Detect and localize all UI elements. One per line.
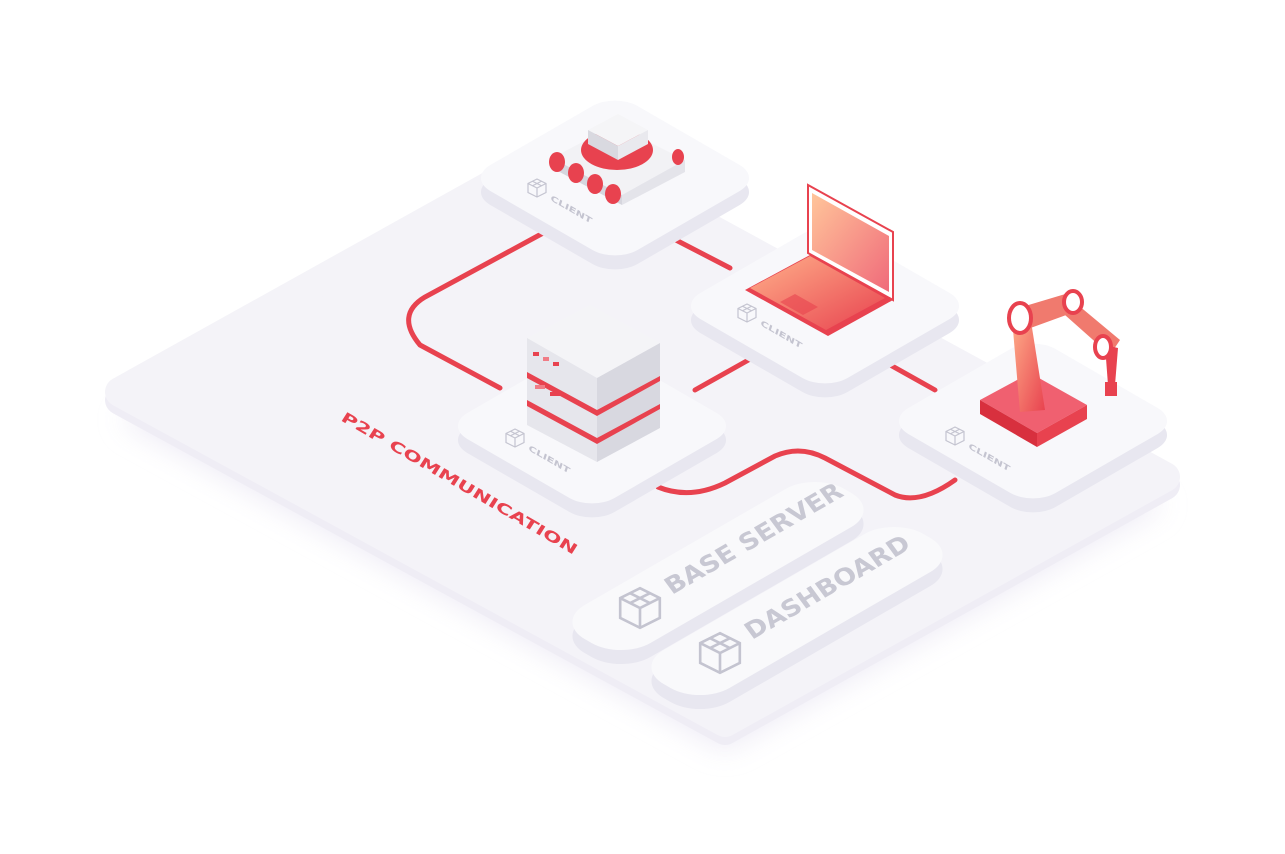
p2p-diagram: CLIENT CLIENT CLIENT CLIENT P2P COMMUNIC…: [105, 100, 1180, 750]
